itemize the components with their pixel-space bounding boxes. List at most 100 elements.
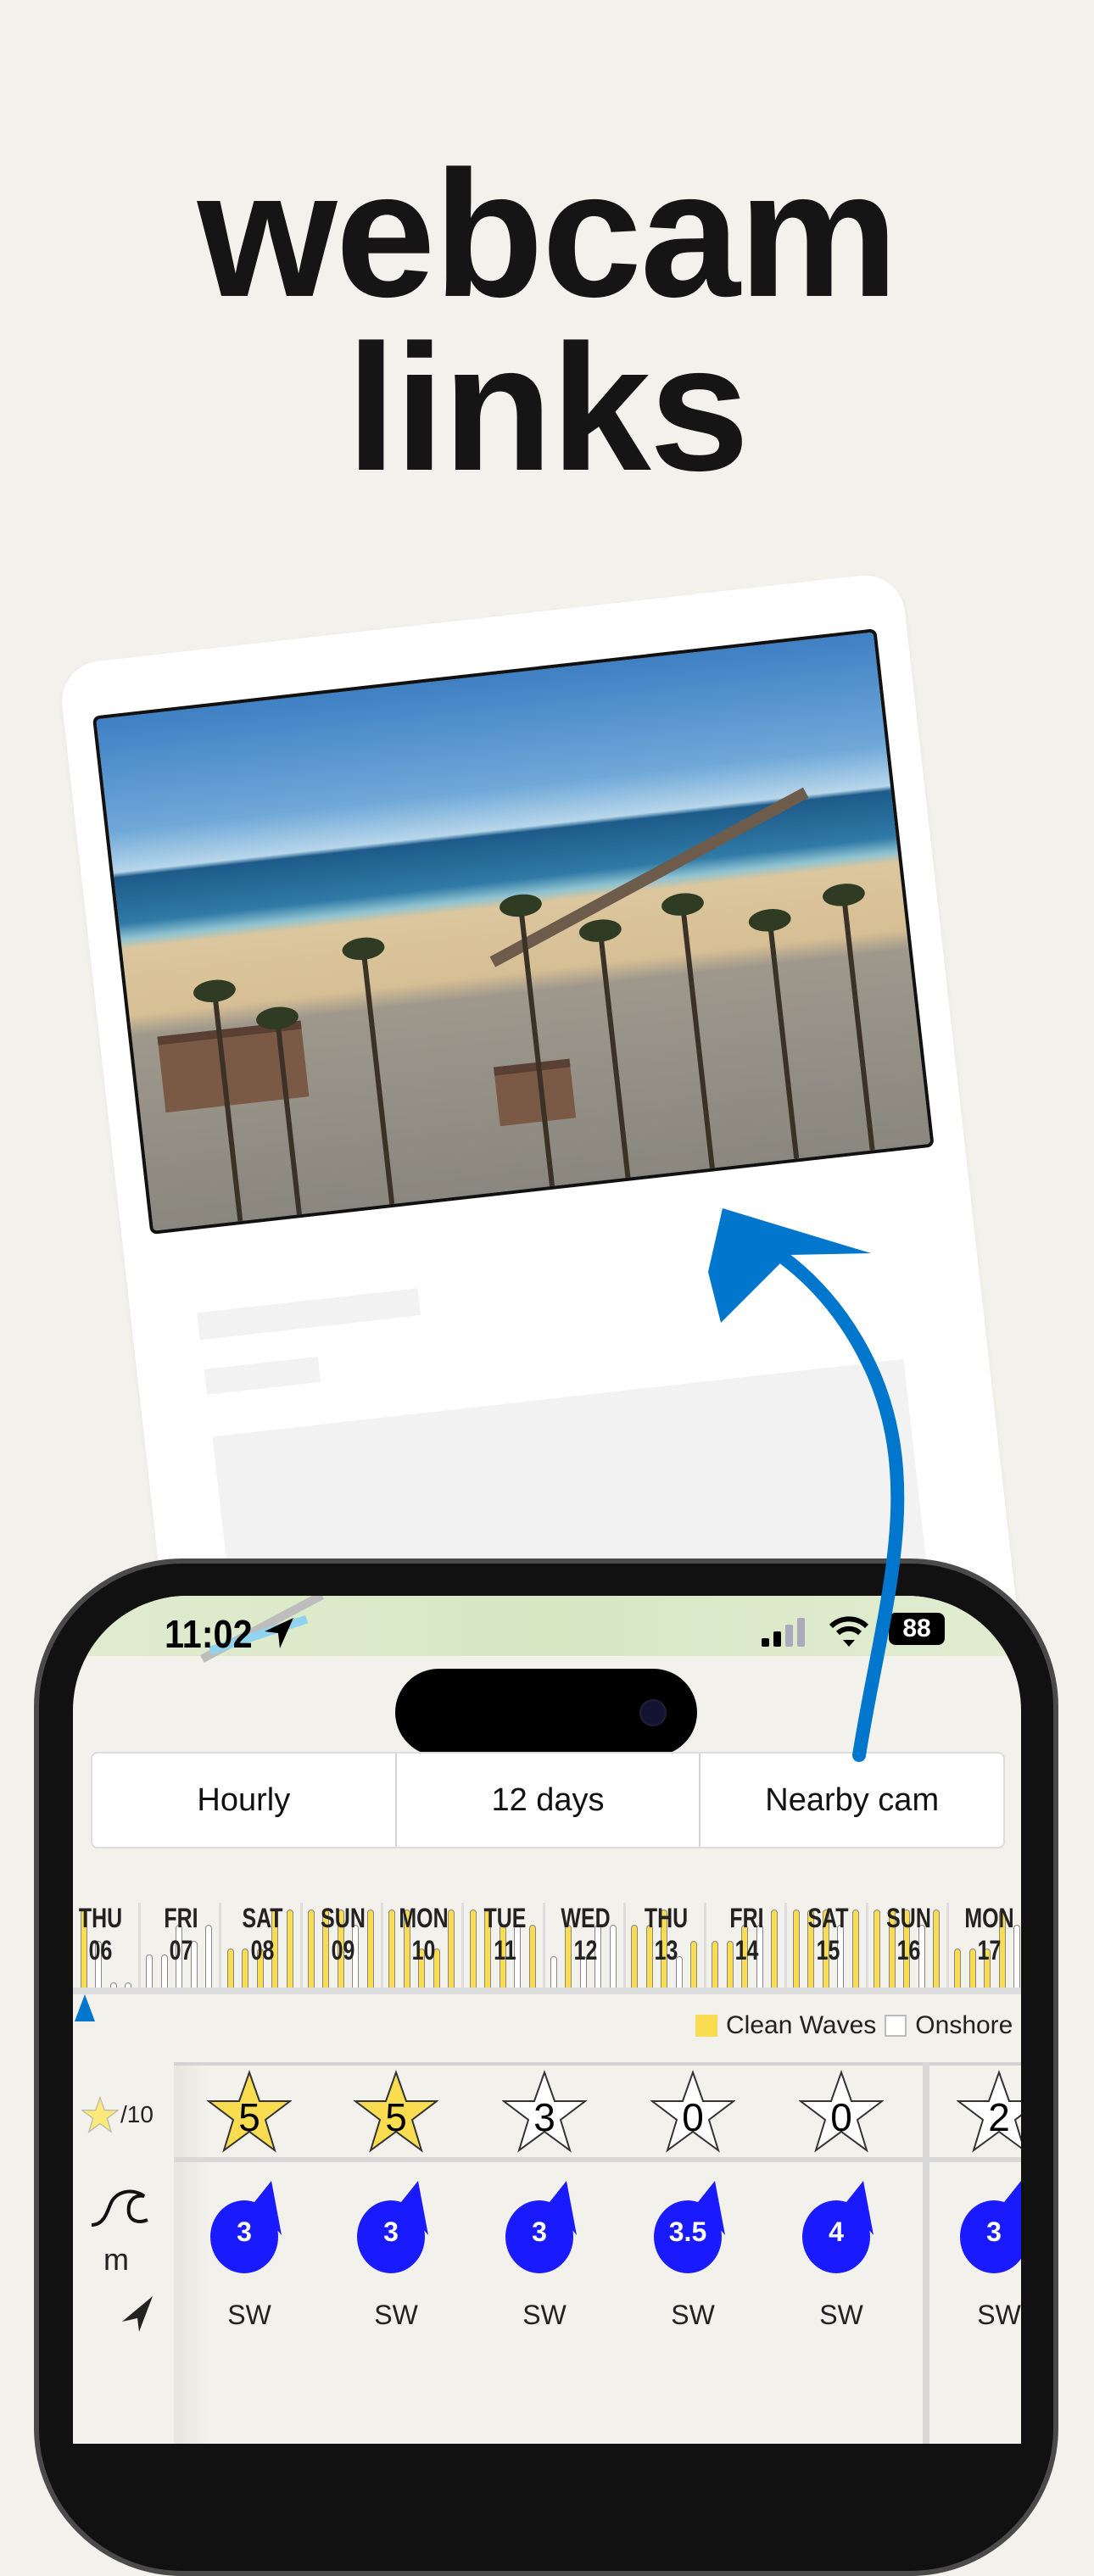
day-date: 11	[493, 1935, 516, 1965]
swell-direction: SW	[977, 2300, 1021, 2330]
rating-value: 0	[682, 2095, 704, 2139]
day-date: 06	[88, 1935, 113, 1965]
signal-icon	[762, 1618, 805, 1647]
day-column[interactable]: MON 10	[383, 1903, 465, 1988]
day-name: TUE	[483, 1903, 526, 1933]
legend: Clean Waves Onshore	[695, 2011, 1013, 2040]
palm-tree	[767, 922, 800, 1159]
day-column[interactable]: THU 06	[73, 1903, 141, 1988]
rating-star: 0	[642, 2069, 744, 2154]
day-column[interactable]: WED 12	[545, 1903, 626, 1988]
current-time-marker[interactable]	[75, 1994, 95, 2021]
swell-direction-icon	[960, 2181, 1021, 2273]
rating-star: 3	[494, 2069, 595, 2154]
day-date: 08	[250, 1935, 274, 1965]
day-date: 16	[896, 1935, 921, 1965]
rating-value: 5	[385, 2095, 407, 2139]
swell-height: 3	[345, 2181, 447, 2274]
star-icon	[81, 2096, 119, 2133]
swell-direction: SW	[819, 2300, 863, 2330]
direction-arrow-icon	[122, 2296, 153, 2332]
swell-direction: SW	[227, 2300, 271, 2330]
onshore-swatch	[885, 2015, 907, 2037]
headline-line-2: links	[346, 307, 749, 508]
day-date: 15	[816, 1935, 840, 1965]
palm-tree	[598, 933, 631, 1179]
swell-value: 3	[532, 2216, 547, 2247]
rating-star: 5	[198, 2069, 300, 2154]
day-column[interactable]: SUN 16	[868, 1903, 949, 1988]
rating-value: 2	[988, 2095, 1010, 2139]
day-date: 17	[977, 1935, 1002, 1965]
day-name: MON	[399, 1903, 449, 1933]
rating-star: 0	[790, 2069, 892, 2154]
rating-star: 5	[345, 2069, 447, 2154]
status-time: 11:02	[165, 1612, 253, 1656]
tab-hourly[interactable]: Hourly	[92, 1754, 397, 1847]
swell-height: 3	[494, 2181, 595, 2274]
forecast-grid	[174, 2062, 1021, 2444]
swell-value: 3.5	[668, 2216, 707, 2247]
day-column[interactable]: SUN 09	[303, 1903, 383, 1988]
swell-unit: m	[103, 2242, 129, 2277]
palm-tree	[841, 897, 875, 1151]
day-divider	[923, 2062, 929, 2444]
palm-tree	[680, 906, 715, 1168]
day-date: 14	[735, 1935, 759, 1965]
day-name: SUN	[886, 1903, 931, 1933]
tab-nearby-cam[interactable]: Nearby cam	[700, 1754, 1003, 1847]
swell-value: 3	[986, 2216, 1002, 2247]
swell-direction: SW	[374, 2300, 418, 2330]
day-name: FRI	[729, 1903, 764, 1933]
day-name: THU	[644, 1903, 689, 1933]
swell-height: 3.5	[642, 2181, 744, 2274]
row-labels: /10 m	[73, 2062, 174, 2444]
building	[494, 1058, 577, 1127]
placeholder-line	[197, 1288, 421, 1341]
day-column[interactable]: TUE 11	[465, 1903, 545, 1988]
day-date: 12	[573, 1935, 598, 1965]
day-column[interactable]: FRI 07	[141, 1903, 222, 1988]
battery-icon: 88	[889, 1613, 945, 1645]
wifi-icon	[829, 1616, 869, 1647]
swell-value: 4	[829, 2216, 844, 2247]
rating-value: 5	[238, 2095, 260, 2139]
day-date: 09	[331, 1935, 355, 1965]
day-name: THU	[78, 1903, 123, 1933]
day-name: WED	[561, 1903, 611, 1933]
dynamic-island	[395, 1669, 697, 1756]
day-name: SUN	[321, 1903, 366, 1933]
swell-direction: SW	[522, 2300, 567, 2330]
tab-12-days[interactable]: 12 days	[397, 1754, 701, 1847]
clean-swatch	[695, 2015, 717, 2037]
palm-tree	[518, 907, 555, 1187]
rating-value: 0	[830, 2095, 852, 2139]
swell-value: 3	[383, 2216, 399, 2247]
pier	[489, 787, 809, 967]
day-column[interactable]: SAT 08	[222, 1903, 303, 1988]
day-column[interactable]: SAT 15	[788, 1903, 868, 1988]
day-name: MON	[964, 1903, 1014, 1933]
day-name: SAT	[242, 1903, 283, 1933]
legend-clean: Clean Waves	[726, 2011, 877, 2039]
day-date: 13	[654, 1935, 678, 1965]
day-column[interactable]: FRI 14	[706, 1903, 788, 1988]
day-name: FRI	[164, 1903, 198, 1933]
headline-line-1: webcam	[197, 133, 899, 334]
phone-screen: 11:02 88 Hourly 12 days Nearby cam THU 06…	[73, 1596, 1021, 2444]
palm-tree	[360, 951, 395, 1205]
forecast-table: /10 m 5 3 SW 5 3 SW 3 3 SW 0 3.5 SW 0 4 SW 2 3 SW	[73, 2062, 1021, 2444]
day-column[interactable]: THU 13	[626, 1903, 707, 1988]
swell-direction: SW	[671, 2300, 715, 2330]
battery-level: 88	[902, 1614, 931, 1642]
day-name: SAT	[807, 1903, 849, 1933]
view-segmented-control: Hourly 12 days Nearby cam	[91, 1752, 1005, 1848]
day-date: 07	[169, 1935, 193, 1965]
day-column[interactable]: MON 17	[949, 1903, 1021, 1988]
rating-value: 3	[533, 2095, 555, 2139]
legend-onshore: Onshore	[915, 2011, 1013, 2039]
camera-icon	[639, 1699, 667, 1726]
swell-height: 3	[198, 2181, 300, 2274]
wave-icon	[91, 2189, 148, 2227]
webcam-image[interactable]	[92, 628, 935, 1235]
